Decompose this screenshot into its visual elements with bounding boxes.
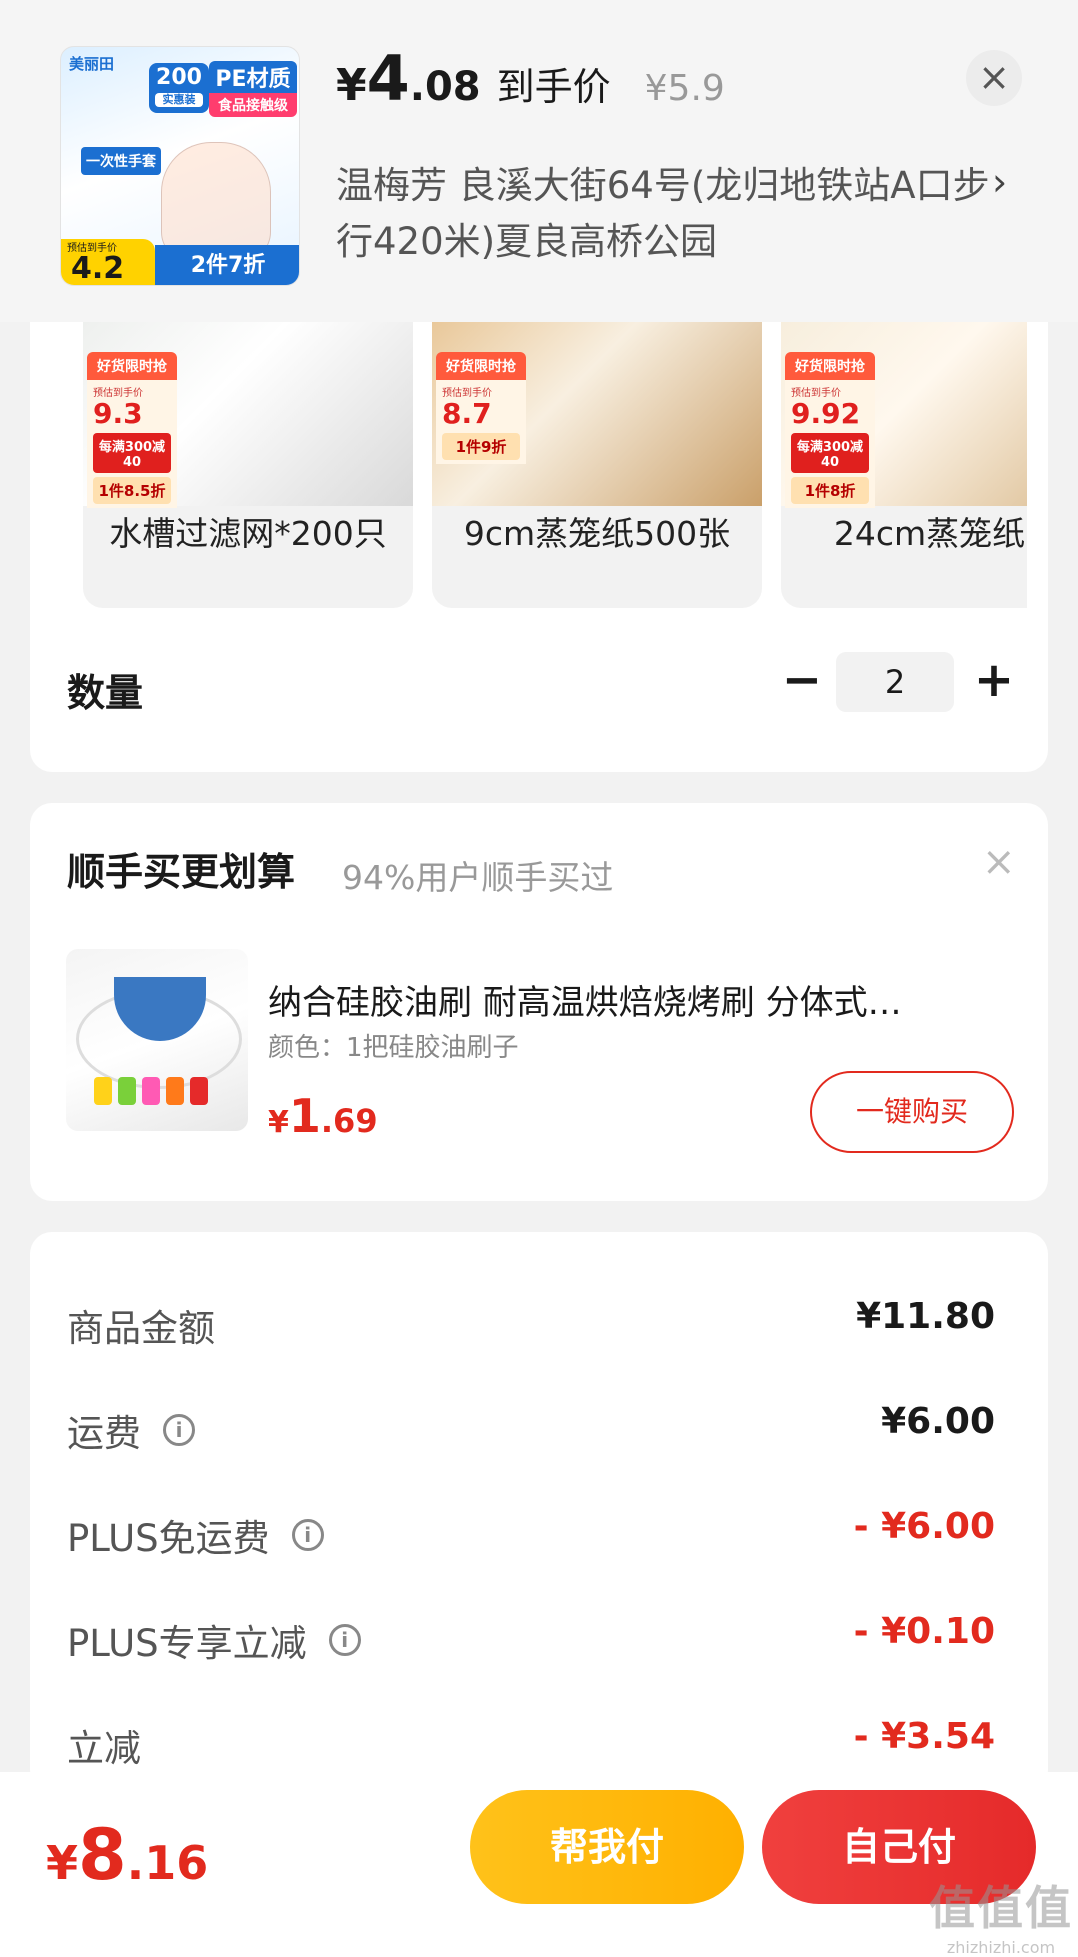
close-icon[interactable]: ×	[966, 50, 1022, 106]
promo-badge: 好货限时抢 预估到手价 9.3 每满300减40 1件8.5折	[87, 352, 177, 508]
help-me-pay-button[interactable]: 帮我付	[470, 1790, 744, 1904]
delivery-address[interactable]: 温梅芳 良溪大街64号(龙归地铁站A口步行420米)夏良高桥公园	[336, 158, 996, 270]
one-click-buy-button[interactable]: 一键购买	[810, 1071, 1014, 1153]
chevron-right-icon[interactable]: ›	[992, 160, 1007, 204]
recommended-product-price: ¥ 1 .69	[268, 1089, 378, 1143]
checkout-bar: ¥ 8 .16 帮我付 自己付 值值值 zhizhizhi.com	[0, 1772, 1078, 1957]
info-icon[interactable]: i	[163, 1414, 195, 1446]
watermark: 值值值 zhizhizhi.com	[929, 1881, 1073, 1957]
summary-value: - ¥3.54	[853, 1716, 995, 1757]
quantity-label: 数量	[67, 671, 144, 715]
header-price: ¥ 4 .08 到手价 ¥5.9	[336, 42, 725, 115]
total-price: ¥ 8 .16	[46, 1814, 209, 1896]
recommendation-card: 顺手买更划算 94%用户顺手买过 × 纳合硅胶油刷 耐高温烘焙烧烤刷 分体式… …	[30, 803, 1048, 1201]
summary-value: - ¥6.00	[853, 1506, 995, 1547]
summary-value: ¥11.80	[856, 1296, 995, 1337]
product-options-card: 好货限时抢 预估到手价 9.3 每满300减40 1件8.5折 水槽过滤网*20…	[30, 322, 1048, 772]
info-icon[interactable]: i	[291, 1519, 324, 1551]
quantity-increase-button[interactable]: +	[966, 652, 1022, 712]
summary-value: ¥6.00	[881, 1401, 995, 1442]
variant-item[interactable]: 好货限时抢 预估到手价 8.7 1件9折 9cm蒸笼纸500张	[432, 322, 762, 608]
summary-row-plus-free-shipping: PLUS免运费 i - ¥6.00	[67, 1500, 995, 1560]
price-summary-card: 商品金额 ¥11.80 运费 i ¥6.00 PLUS免运费 i - ¥6.00 P…	[30, 1232, 1048, 1792]
summary-label: PLUS专享立减 i	[67, 1613, 361, 1667]
recommended-product-image[interactable]	[66, 949, 248, 1131]
promo-badge: 好货限时抢 预估到手价 8.7 1件9折	[436, 352, 526, 502]
recommendation-subtitle: 94%用户顺手买过	[342, 858, 614, 897]
variant-item[interactable]: 好货限时抢 预估到手价 9.92 每满300减40 1件8折 24cm蒸笼纸张	[781, 322, 1027, 608]
quantity-decrease-button[interactable]: −	[774, 652, 830, 712]
thumb-title: 一次性手套	[81, 147, 161, 175]
thumb-deal-banner: 2件7折	[155, 245, 299, 285]
recommendation-title: 顺手买更划算	[67, 850, 296, 894]
variant-name: 水槽过滤网*200只	[109, 514, 387, 553]
thumb-count-badge: 200 实惠装	[149, 63, 209, 113]
info-icon[interactable]: i	[328, 1624, 361, 1656]
summary-label: PLUS免运费 i	[67, 1508, 324, 1562]
original-price: ¥5.9	[644, 68, 725, 109]
close-icon[interactable]: ×	[982, 839, 1016, 885]
summary-label: 运费 i	[67, 1403, 195, 1457]
summary-row-instant-discount: 立减 - ¥3.54	[67, 1710, 995, 1770]
product-thumbnail: 美丽田 200 实惠装 PE材质 食品接触级 一次性手套 预估到手价 4.2 2…	[60, 46, 300, 286]
variant-name: 9cm蒸笼纸500张	[463, 514, 731, 553]
summary-value: - ¥0.10	[853, 1611, 995, 1652]
variant-name: 24cm蒸笼纸张	[833, 514, 1027, 553]
quantity-input[interactable]: 2	[836, 652, 954, 712]
recommended-product-variant: 颜色：1把硅胶油刷子	[268, 1033, 519, 1063]
thumb-brand: 美丽田	[69, 55, 115, 73]
variant-item[interactable]: 好货限时抢 预估到手价 9.3 每满300减40 1件8.5折 水槽过滤网*20…	[83, 322, 413, 608]
summary-row-plus-discount: PLUS专享立减 i - ¥0.10	[67, 1605, 995, 1665]
variant-list[interactable]: 好货限时抢 预估到手价 9.3 每满300减40 1件8.5折 水槽过滤网*20…	[83, 322, 1027, 610]
thumb-material-badge: PE材质 食品接触级	[209, 61, 297, 117]
summary-row-shipping: 运费 i ¥6.00	[67, 1395, 995, 1455]
order-header: 美丽田 200 实惠装 PE材质 食品接触级 一次性手套 预估到手价 4.2 2…	[0, 0, 1078, 322]
summary-row-subtotal: 商品金额 ¥11.80	[67, 1290, 995, 1350]
promo-badge: 好货限时抢 预估到手价 9.92 每满300减40 1件8折	[785, 352, 875, 508]
summary-label: 立减	[67, 1727, 141, 1770]
glove-image	[161, 142, 271, 262]
price-tag-label: 到手价	[496, 65, 611, 109]
recommended-product-name[interactable]: 纳合硅胶油刷 耐高温烘焙烧烤刷 分体式…	[268, 975, 1028, 1024]
thumb-price-badge: 预估到手价 4.2	[61, 239, 155, 285]
summary-label: 商品金额	[67, 1307, 215, 1350]
